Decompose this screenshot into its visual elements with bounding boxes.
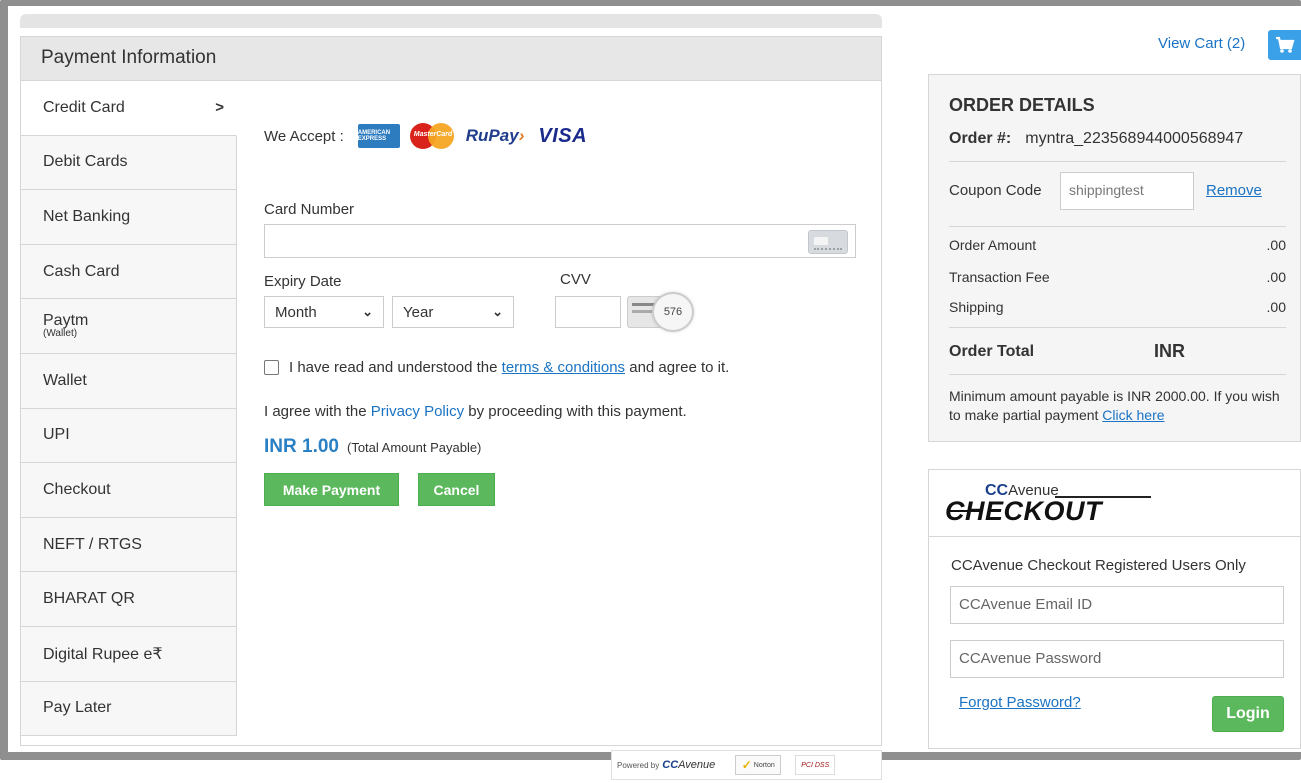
tab-label: UPI: [43, 426, 70, 444]
coupon-code-input[interactable]: shippingtest: [1060, 172, 1194, 210]
order-number: Order #: myntra_223568944000568947: [949, 130, 1243, 148]
privacy-policy-link[interactable]: Privacy Policy: [371, 403, 464, 420]
tab-sublabel: (Wallet): [43, 328, 78, 340]
privacy-row: I agree with the Privacy Policy by proce…: [264, 403, 687, 420]
tab-pay-later[interactable]: Pay Later: [21, 681, 237, 737]
remove-coupon-link[interactable]: Remove: [1206, 182, 1262, 199]
order-id: myntra_223568944000568947: [1025, 130, 1244, 147]
order-details-title: ORDER DETAILS: [949, 95, 1095, 115]
coupon-code-label: Coupon Code: [949, 182, 1042, 199]
payment-method-tabs: Credit Card > Debit Cards Net Banking Cash C…: [21, 81, 237, 737]
terms-row: I have read and understood the terms & c…: [264, 359, 729, 376]
transaction-fee-row: Transaction Fee .00: [949, 269, 1286, 285]
powered-by-label: Powered by: [617, 760, 660, 770]
terms-link[interactable]: terms & conditions: [502, 359, 625, 376]
tab-label: Debit Cards: [43, 153, 128, 171]
cvv-label: CVV: [560, 271, 591, 288]
amex-logo: AMERICAN EXPRESS: [357, 124, 400, 148]
tab-label: NEFT / RTGS: [43, 535, 142, 553]
tab-label: Cash Card: [43, 262, 120, 280]
ccavenue-users-title: CCAvenue Checkout Registered Users Only: [951, 557, 1246, 574]
cart-button[interactable]: [1268, 30, 1301, 60]
tab-label: Pay Later: [43, 699, 112, 717]
chevron-right-icon: >: [215, 99, 224, 117]
terms-text: I have read and understood the: [289, 359, 502, 376]
tab-label: Checkout: [43, 480, 111, 498]
card-number-input[interactable]: [264, 224, 856, 258]
privacy-suffix: by proceeding with this payment.: [464, 403, 687, 420]
rupay-logo: RuPay›: [465, 126, 525, 145]
pci-dss-badge: PCI DSS: [795, 755, 836, 775]
ccavenue-password-input[interactable]: CCAvenue Password: [950, 640, 1284, 678]
order-number-label: Order #:: [949, 130, 1012, 147]
terms-suffix: and agree to it.: [625, 359, 730, 376]
tab-bharat-qr[interactable]: BHARAT QR: [21, 572, 237, 627]
tab-wallet[interactable]: Wallet: [21, 353, 237, 409]
expiry-month-select[interactable]: Month ⌄: [264, 296, 384, 328]
tab-neft-rtgs[interactable]: NEFT / RTGS: [21, 517, 237, 573]
visa-logo: VISA: [538, 124, 588, 147]
cart-icon: [1276, 36, 1295, 53]
tab-label: Credit Card: [43, 98, 125, 116]
divider: [949, 327, 1286, 328]
chevron-down-icon: ⌄: [492, 304, 503, 319]
mastercard-logo: MasterCard: [409, 123, 456, 149]
ccavenue-footer-logo: CCAvenue: [662, 759, 716, 771]
cancel-button[interactable]: Cancel: [418, 473, 495, 506]
tab-label: Paytm: [43, 311, 89, 329]
payment-panel: Payment Information Credit Card > Debit Ca…: [20, 36, 882, 746]
tab-paytm[interactable]: Paytm (Wallet): [21, 299, 237, 354]
card-number-label: Card Number: [264, 201, 355, 218]
top-strip: [20, 14, 882, 28]
amount-row: INR 1.00 (Total Amount Payable): [264, 436, 481, 458]
divider: [929, 536, 1300, 537]
tab-label: Wallet: [43, 371, 87, 389]
divider: [949, 374, 1286, 375]
tab-checkout[interactable]: Checkout: [21, 463, 237, 518]
tab-upi[interactable]: UPI: [21, 408, 237, 464]
cvv-hint-bubble: 576: [652, 292, 694, 332]
ccavenue-email-input[interactable]: CCAvenue Email ID: [950, 586, 1284, 624]
expiry-year-select[interactable]: Year ⌄: [392, 296, 514, 328]
login-button[interactable]: Login: [1212, 696, 1284, 732]
card-icon: [808, 230, 848, 254]
tab-credit-card[interactable]: Credit Card >: [21, 81, 237, 136]
shipping-row: Shipping .00: [949, 299, 1286, 315]
divider: [949, 226, 1286, 227]
chevron-down-icon: ⌄: [362, 304, 373, 319]
order-total-row: Order Total INR: [949, 341, 1185, 361]
tab-debit-cards[interactable]: Debit Cards: [21, 135, 237, 191]
expiry-date-label: Expiry Date: [264, 273, 342, 290]
we-accept-label: We Accept :: [264, 127, 344, 145]
terms-checkbox[interactable]: [264, 360, 279, 375]
minimum-amount-note: Minimum amount payable is INR 2000.00. I…: [949, 388, 1280, 423]
tab-cash-card[interactable]: Cash Card: [21, 244, 237, 300]
footer-badges: Powered by CCAvenue ✓ Norton PCI DSS: [611, 750, 882, 780]
accepted-cards: We Accept : AMERICAN EXPRESS MasterCard …: [264, 123, 587, 149]
tab-label: Net Banking: [43, 207, 131, 225]
total-amount: INR 1.00: [264, 436, 339, 457]
forgot-password-link[interactable]: Forgot Password?: [959, 694, 1081, 711]
tab-label: Digital Rupee e₹: [43, 645, 163, 663]
make-payment-button[interactable]: Make Payment: [264, 473, 399, 506]
partial-payment-link[interactable]: Click here: [1102, 407, 1164, 423]
privacy-text: I agree with the: [264, 403, 371, 420]
amount-note: (Total Amount Payable): [346, 440, 482, 455]
ccavenue-checkout-logo: CCAvenue CHECKOUT: [945, 482, 1165, 532]
divider: [949, 161, 1286, 162]
norton-badge: ✓ Norton: [735, 755, 782, 775]
ccavenue-checkout-box: CCAvenue CHECKOUT CCAvenue Checkout Regi…: [928, 469, 1301, 749]
cvv-input[interactable]: [555, 296, 621, 328]
tab-net-banking[interactable]: Net Banking: [21, 190, 237, 245]
payment-header: Payment Information: [21, 37, 881, 81]
tab-label: BHARAT QR: [43, 590, 135, 608]
order-amount-row: Order Amount .00: [949, 237, 1286, 253]
view-cart-link[interactable]: View Cart (2): [1158, 35, 1245, 52]
tab-digital-rupee-e[interactable]: Digital Rupee e₹: [21, 626, 237, 682]
order-details-box: ORDER DETAILS Order #: myntra_22356894400…: [928, 74, 1301, 442]
